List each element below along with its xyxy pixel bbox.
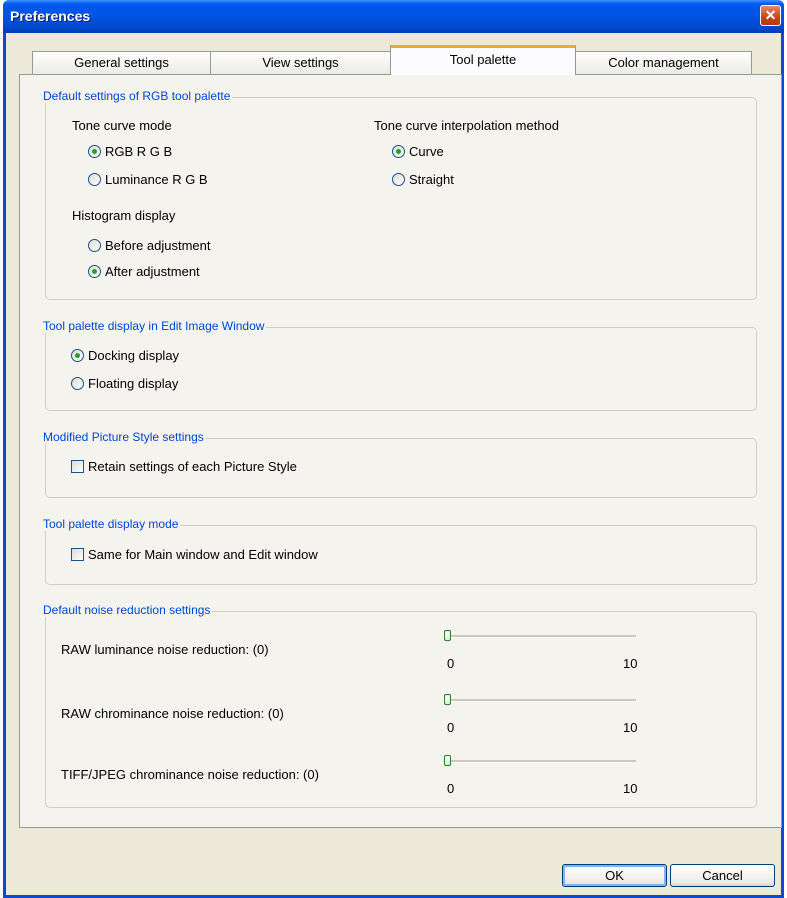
title-bar[interactable]: Preferences ✕ (3, 0, 784, 33)
raw-luminance-slider[interactable] (444, 630, 636, 650)
tab-color-management[interactable]: Color management (575, 51, 752, 74)
histogram-display-label: Histogram display (72, 208, 176, 223)
radio-label: Straight (409, 172, 454, 187)
slider-track (446, 760, 636, 763)
tiff-jpeg-chrominance-label: TIFF/JPEG chrominance noise reduction: (… (61, 767, 319, 782)
slider-thumb[interactable] (444, 755, 451, 766)
tiff-jpeg-chrominance-slider[interactable] (444, 755, 636, 775)
raw-luminance-label: RAW luminance noise reduction: (0) (61, 642, 269, 657)
checkbox-label: Same for Main window and Edit window (88, 547, 318, 562)
radio-label: Luminance R G B (105, 172, 208, 187)
slider-track (446, 699, 636, 702)
group-legend: Default noise reduction settings (41, 603, 213, 617)
radio-icon (392, 173, 405, 186)
slider-max: 10 (623, 781, 638, 796)
group-legend: Tool palette display in Edit Image Windo… (41, 319, 267, 333)
cancel-button[interactable]: Cancel (670, 864, 775, 887)
group-legend: Tool palette display mode (41, 517, 181, 531)
tool-palette-panel: Default settings of RGB tool palette Ton… (19, 74, 782, 828)
checkbox-icon (71, 460, 84, 473)
slider-min: 0 (447, 656, 455, 671)
interpolation-method-label: Tone curve interpolation method (374, 118, 560, 133)
checkbox-icon (71, 548, 84, 561)
interpolation-curve-radio[interactable]: Curve (392, 144, 444, 159)
radio-icon (71, 377, 84, 390)
radio-icon (88, 265, 101, 278)
checkbox-label: Retain settings of each Picture Style (88, 459, 297, 474)
histogram-before-radio[interactable]: Before adjustment (88, 238, 211, 253)
slider-thumb[interactable] (444, 694, 451, 705)
tab-view-settings[interactable]: View settings (210, 51, 391, 74)
radio-label: Before adjustment (105, 238, 211, 253)
group-legend: Default settings of RGB tool palette (41, 89, 233, 103)
radio-icon (71, 349, 84, 362)
radio-icon (88, 173, 101, 186)
interpolation-straight-radio[interactable]: Straight (392, 172, 454, 187)
radio-label: Floating display (88, 376, 179, 391)
window-title: Preferences (10, 8, 91, 24)
tone-curve-rgb-radio[interactable]: RGB R G B (88, 144, 172, 159)
group-legend: Modified Picture Style settings (41, 430, 206, 444)
edit-window-display-group: Tool palette display in Edit Image Windo… (41, 319, 757, 411)
close-button[interactable]: ✕ (760, 5, 781, 26)
slider-min: 0 (447, 781, 455, 796)
docking-display-radio[interactable]: Docking display (71, 348, 179, 363)
radio-label: Curve (409, 144, 444, 159)
tone-curve-luminance-radio[interactable]: Luminance R G B (88, 172, 208, 187)
slider-thumb[interactable] (444, 630, 451, 641)
floating-display-radio[interactable]: Floating display (71, 376, 178, 391)
radio-icon (392, 145, 405, 158)
tab-tool-palette[interactable]: Tool palette (390, 45, 576, 75)
radio-icon (88, 239, 101, 252)
radio-label: RGB R G B (105, 144, 173, 159)
slider-min: 0 (447, 720, 455, 735)
close-icon: ✕ (764, 7, 777, 23)
radio-label: Docking display (88, 348, 180, 363)
same-main-edit-checkbox[interactable]: Same for Main window and Edit window (71, 547, 318, 562)
slider-track (446, 635, 636, 638)
tone-curve-mode-label: Tone curve mode (72, 118, 172, 133)
histogram-after-radio[interactable]: After adjustment (88, 264, 200, 279)
raw-chrominance-label: RAW chrominance noise reduction: (0) (61, 706, 284, 721)
ok-button[interactable]: OK (562, 864, 667, 887)
radio-label: After adjustment (105, 264, 200, 279)
radio-icon (88, 145, 101, 158)
slider-max: 10 (623, 656, 638, 671)
retain-picture-style-checkbox[interactable]: Retain settings of each Picture Style (71, 459, 297, 474)
raw-chrominance-slider[interactable] (444, 694, 636, 714)
slider-max: 10 (623, 720, 638, 735)
tab-general-settings[interactable]: General settings (32, 51, 211, 74)
